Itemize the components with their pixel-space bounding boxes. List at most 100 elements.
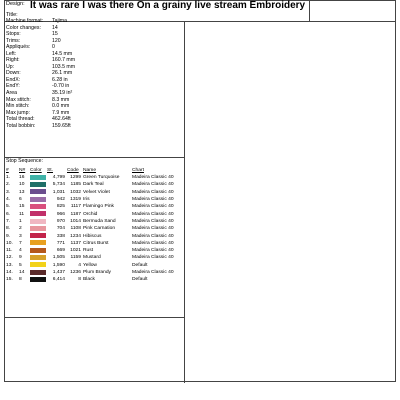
- stop-name: Rust: [83, 248, 94, 254]
- table-row: 14. 14 1,437 1236 Plum Brandy Madeira Classic…: [6, 269, 184, 276]
- stop-color: [30, 269, 47, 276]
- stop-index: 15.: [6, 277, 13, 283]
- stop-stitches: 1,031: [52, 189, 65, 195]
- stop-stitches: 704: [56, 226, 65, 232]
- stop-name: Plum Brandy: [83, 270, 111, 275]
- stop-index: 6.: [6, 211, 11, 217]
- stop-code: 1319: [70, 197, 81, 203]
- stop-needle: 9: [19, 255, 22, 261]
- stop-stitches: 1,590: [52, 262, 65, 268]
- stop-stitches: 338: [56, 233, 65, 239]
- col-header-chart: Chart: [132, 168, 144, 173]
- stop-chart: Madeira Classic 40: [132, 240, 174, 246]
- table-row: 2. 10 5,734 1185 Dark Teal Madeira Classic 40: [6, 181, 184, 188]
- color-swatch: [30, 218, 46, 224]
- stop-name: Dark Teal: [83, 182, 104, 188]
- stop-name: Mustard: [83, 255, 101, 261]
- stop-index: 2.: [6, 182, 11, 188]
- color-swatch: [30, 182, 46, 188]
- stop-chart: Madeira Classic 40: [132, 211, 174, 217]
- stop-color: [30, 254, 47, 261]
- summary-sheet: Design: It was rare I was there On a gra…: [4, 0, 396, 383]
- table-row: 1. 16 4,799 1299 Green Turquoise Madeira Clas…: [6, 174, 184, 181]
- table-row: 3. 13 1,031 1032 Velvet Violet Madeira Classi…: [6, 189, 184, 196]
- stop-index: 5.: [6, 204, 11, 210]
- stop-name: Orchid: [83, 211, 98, 217]
- table-header-row: # N# Color St. Code Name Chart: [6, 167, 184, 174]
- color-swatch: [30, 189, 46, 195]
- color-swatch: [30, 262, 46, 268]
- stop-index: 1.: [6, 175, 11, 181]
- stop-code: 1236: [70, 270, 81, 275]
- table-row: 4. 6 942 1319 Iris Madeira Classic 40: [6, 196, 184, 203]
- color-swatch: [30, 276, 46, 282]
- stop-name: Yellow: [83, 262, 97, 268]
- color-swatch: [30, 269, 46, 275]
- color-swatch: [30, 225, 46, 231]
- stop-sequence-table: # N# Color St. Code Name Chart 1. 16 4,799…: [6, 167, 184, 283]
- stop-name: Bermuda Sand: [83, 218, 116, 224]
- stop-sequence-label: Stop Sequence:: [6, 158, 43, 164]
- stop-needle: 14: [19, 270, 25, 275]
- stop-name: Black: [83, 277, 95, 283]
- stop-stitches: 942: [56, 197, 65, 203]
- table-row: 11. 4 669 1021 Rust Madeira Classic 40: [6, 247, 184, 254]
- stop-chart: Default: [132, 277, 148, 283]
- stop-needle: 15: [19, 204, 25, 210]
- stop-chart: Madeira Classic 40: [132, 189, 174, 195]
- stop-needle: 11: [19, 211, 25, 217]
- stop-name: Pink Carnation: [83, 226, 116, 232]
- stop-code: 4: [78, 262, 81, 268]
- stop-color: [30, 181, 47, 188]
- stop-name: Flamingo Pink: [83, 204, 114, 210]
- stop-code: 1185: [70, 182, 81, 188]
- stop-color: [30, 225, 47, 232]
- stop-stitches: 771: [56, 240, 65, 246]
- design-name: It was rare I was there On a grainy live…: [30, 0, 306, 11]
- stop-code: 1234: [70, 233, 81, 239]
- stop-stitches: 669: [56, 248, 65, 254]
- stop-chart: Madeira Classic 40: [132, 226, 174, 232]
- stop-needle: 3: [19, 233, 22, 239]
- stop-chart: Madeira Classic 40: [132, 182, 174, 188]
- stop-code: 1137: [70, 240, 81, 246]
- table-row: 8. 2 704 1108 Pink Carnation Madeira Classic …: [6, 225, 184, 232]
- stop-stitches: 5,734: [52, 182, 65, 188]
- stop-code: 1014: [70, 218, 81, 224]
- stop-needle: 2: [19, 226, 22, 232]
- stop-code: 1159: [70, 255, 81, 261]
- stop-index: 13.: [6, 262, 13, 268]
- table-row: 5. 15 825 1117 Flamingo Pink Madeira Classic …: [6, 203, 184, 210]
- stop-index: 11.: [6, 248, 13, 254]
- stop-chart: Default: [132, 262, 148, 268]
- stop-needle: 6: [19, 197, 22, 203]
- stop-needle: 1: [19, 218, 22, 224]
- color-swatch: [30, 203, 46, 209]
- stop-code: 8: [78, 277, 81, 283]
- stop-color: [30, 240, 47, 247]
- stop-chart: Madeira Classic 40: [132, 175, 174, 181]
- color-swatch: [30, 255, 46, 261]
- stop-stitches: 6,414: [52, 277, 65, 283]
- table-row: 10. 7 771 1137 Citrus Burst Madeira Classic 4…: [6, 240, 184, 247]
- stop-chart: Madeira Classic 40: [132, 204, 174, 210]
- stop-stitches: 966: [56, 211, 65, 217]
- stop-chart: Madeira Classic 40: [132, 233, 174, 239]
- divider: [5, 317, 184, 318]
- stop-code: 1299: [70, 175, 81, 181]
- stop-needle: 16: [19, 175, 25, 181]
- col-header-code: Code: [67, 168, 79, 173]
- stop-color: [30, 210, 47, 217]
- stop-color: [30, 196, 47, 203]
- color-swatch: [30, 247, 46, 253]
- color-swatch: [30, 240, 46, 246]
- info-column: Machine format: Tajima Color changes: 14 Sto…: [5, 18, 185, 383]
- table-row: 7. 1 970 1014 Bermuda Sand Madeira Classic 40: [6, 218, 184, 225]
- col-header-name: Name: [83, 168, 97, 173]
- stop-color: [30, 276, 47, 283]
- stop-chart: Madeira Classic 40: [132, 270, 174, 275]
- stop-code: 1032: [70, 189, 81, 195]
- stop-needle: 5: [19, 262, 22, 268]
- stop-needle: 8: [19, 277, 22, 283]
- color-swatch: [30, 174, 46, 180]
